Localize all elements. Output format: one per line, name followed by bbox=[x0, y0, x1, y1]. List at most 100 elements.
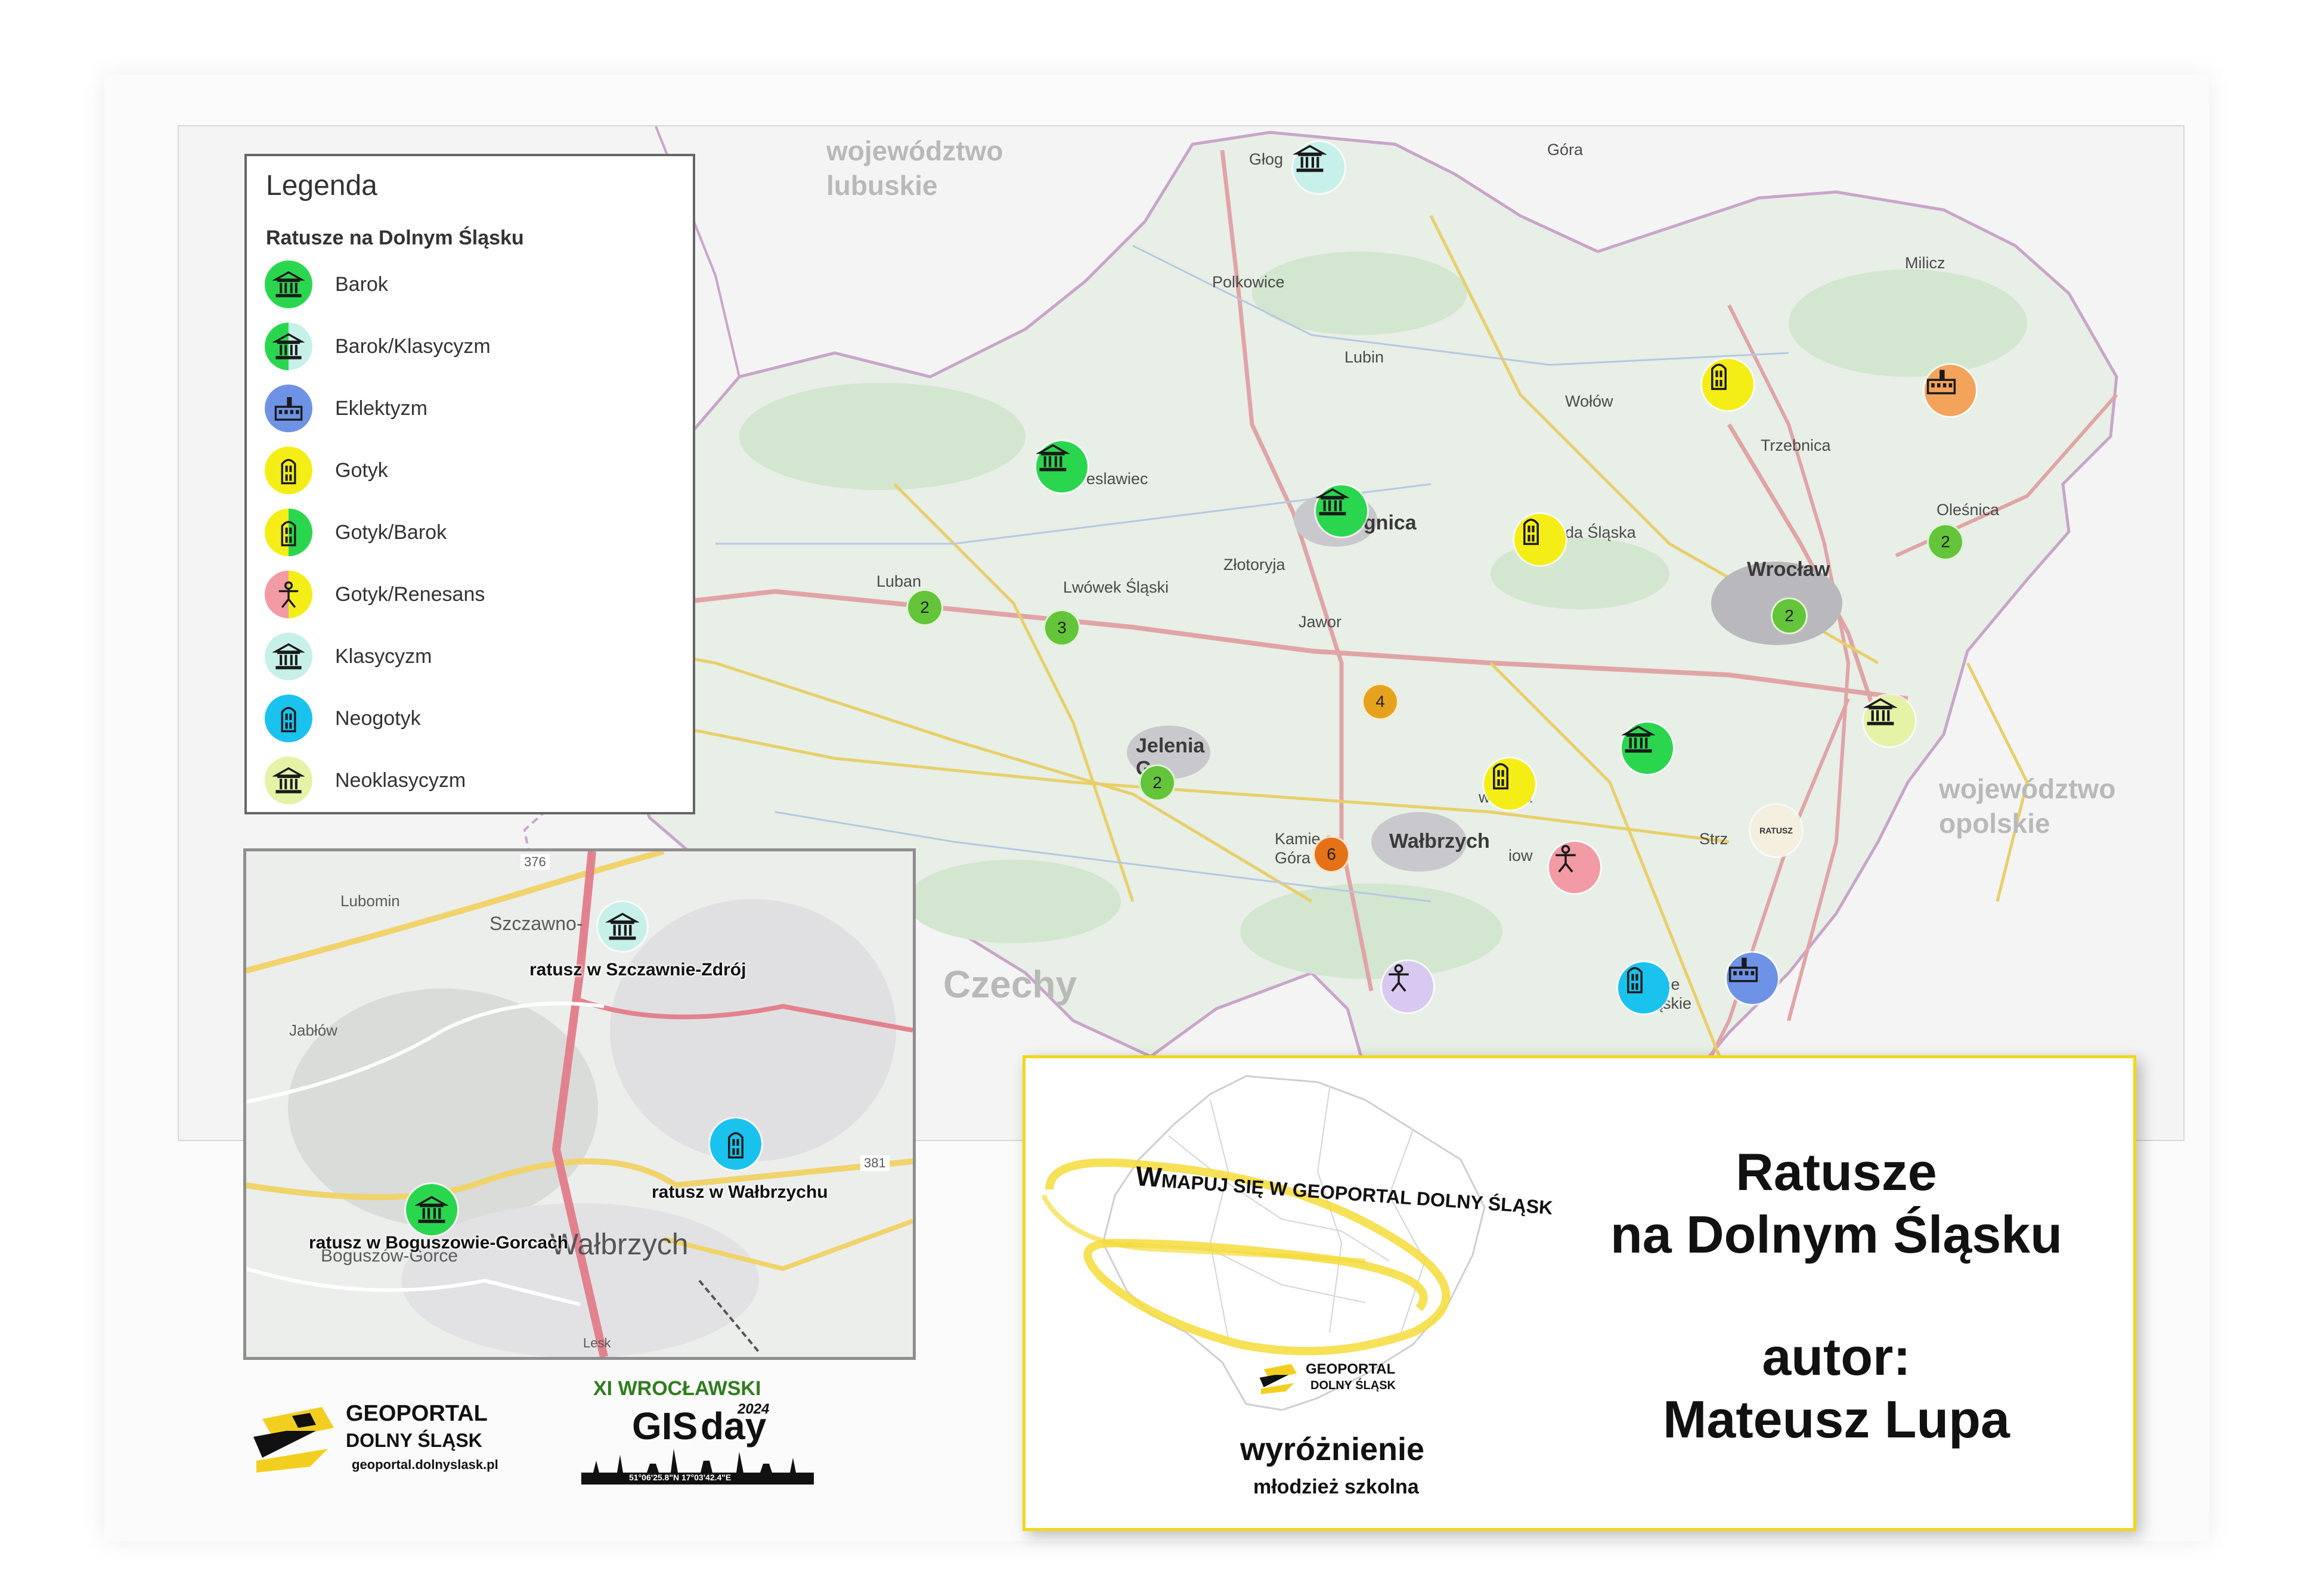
legend-symbol-gotyk-icon bbox=[265, 447, 312, 494]
title-geoportal-line1: GEOPORTAL bbox=[1306, 1361, 1396, 1377]
label-lubuskie: województwo lubuskie bbox=[826, 135, 1003, 201]
legend-item-barok-klasycyzm: Barok/Klasycyzm bbox=[265, 321, 491, 372]
marker-renesans-nowa-ruda[interactable] bbox=[1382, 961, 1433, 1012]
marker-manor-olesnica[interactable] bbox=[1925, 365, 1976, 416]
city-label-boleslawiec: eslawiec bbox=[1086, 470, 1148, 488]
city-label-strzelin: Strz bbox=[1699, 830, 1728, 848]
legend-symbol-barok-icon bbox=[265, 261, 312, 308]
poster-title-line1: Ratusze bbox=[1736, 1142, 1937, 1201]
gisday-heading: XI WROCŁAWSKI bbox=[593, 1377, 761, 1400]
inset-marker-boguszow[interactable] bbox=[406, 1184, 457, 1235]
city-label-sroda: oda Śląska bbox=[1556, 523, 1636, 541]
author-name: Mateusz Lupa bbox=[1663, 1390, 2010, 1449]
legend-symbol-gotyk-renesans-icon bbox=[265, 571, 312, 618]
legend-item-neoklasycyzm: Neoklasycyzm bbox=[265, 755, 466, 806]
forest-patch bbox=[1240, 884, 1502, 979]
legend-item-label: Barok bbox=[335, 272, 388, 296]
city-label-luban: Luban bbox=[876, 572, 922, 590]
title-box: WMAPUJ SIĘ W GEOPORTAL DOLNY ŚLĄSK GEOPO… bbox=[1023, 1055, 2136, 1531]
inset-marker-walbrzych[interactable] bbox=[710, 1118, 761, 1170]
gisday-logo[interactable]: XI WROCŁAWSKI GIS day 2024 51°06'25.8"N … bbox=[581, 1377, 814, 1496]
legend-title: Legenda bbox=[266, 170, 377, 202]
city-label-milicz: Milicz bbox=[1905, 254, 1945, 272]
city-label-walbrzych: Wałbrzych bbox=[1389, 830, 1490, 853]
legend-panel: Legenda Ratusze na Dolnym Śląsku Barok Ba… bbox=[244, 154, 695, 814]
legend-item-barok: Barok bbox=[265, 259, 388, 310]
cluster-kamienna[interactable]: 6 bbox=[1313, 836, 1350, 873]
forest-patch bbox=[739, 383, 1025, 490]
legend-symbol-barok-klasycyzm-icon bbox=[265, 323, 312, 370]
legend-item-gotyk: Gotyk bbox=[265, 445, 388, 496]
city-label-zlotoryja: Złotoryja bbox=[1223, 556, 1285, 574]
legend-symbol-neogotyk-icon bbox=[265, 695, 312, 742]
legend-symbol-eklektyzm-icon bbox=[265, 385, 312, 432]
legend-item-klasycyzm: Klasycyzm bbox=[265, 631, 432, 682]
city-label-lubin: Lubin bbox=[1344, 348, 1384, 366]
city-label-jelenia: Jelenia bbox=[1136, 735, 1205, 757]
category-label: młodzież szkolna bbox=[1253, 1476, 1419, 1498]
forest-patch bbox=[906, 860, 1121, 943]
forest-patch bbox=[1789, 269, 2027, 377]
legend-item-label: Neoklasycyzm bbox=[335, 768, 466, 792]
marker-barok-legnica[interactable] bbox=[1316, 485, 1367, 537]
marker-gotyk-sroda[interactable] bbox=[1514, 514, 1566, 565]
legend-item-label: Gotyk bbox=[335, 458, 388, 482]
title-geoportal-line2: DOLNY ŚLĄSK bbox=[1310, 1379, 1396, 1392]
legend-subtitle: Ratusze na Dolnym Śląsku bbox=[266, 227, 524, 249]
legend-item-label: Neogotyk bbox=[335, 706, 421, 730]
inset-town-szczawno: Szczawno- bbox=[489, 913, 583, 934]
award-label: wyróżnienie bbox=[1240, 1431, 1425, 1467]
legend-item-label: Eklektyzm bbox=[335, 396, 427, 420]
cluster-olesnica[interactable]: 2 bbox=[1927, 523, 1964, 560]
inset-marker-szczawno[interactable] bbox=[598, 902, 647, 951]
city-label-lwowek: Lwówek Śląski bbox=[1063, 578, 1169, 596]
marker-ratusz-strzelin[interactable]: RATUSZ bbox=[1750, 805, 1802, 856]
legend-item-label: Gotyk/Renesans bbox=[335, 582, 485, 606]
geoportal-logo-line1: GEOPORTAL bbox=[346, 1401, 488, 1426]
inset-town-lesk: Lesk bbox=[583, 1335, 611, 1350]
cluster-luban[interactable]: 2 bbox=[906, 589, 943, 626]
gisday-coords: 51°06'25.8"N 17°03'42.4"E bbox=[629, 1473, 732, 1482]
inset-road-381: 381 bbox=[860, 1155, 890, 1171]
inset-town-jablow: Jabłów bbox=[289, 1021, 337, 1039]
city-label-wolow: Wołów bbox=[1565, 392, 1613, 410]
legend-item-gotyk-barok: Gotyk/Barok bbox=[265, 507, 447, 558]
inset-label-szczawno: ratusz w Szczawnie-Zdrój bbox=[529, 960, 746, 980]
geoportal-logo[interactable]: GEOPORTAL DOLNY ŚLĄSK geoportal.dolnysla… bbox=[250, 1395, 501, 1485]
marker-neogotyk-zabkowice[interactable] bbox=[1618, 962, 1669, 1014]
legend-symbol-gotyk-barok-icon bbox=[265, 509, 312, 556]
legend-item-label: Klasycyzm bbox=[335, 644, 432, 668]
forest-patch bbox=[1252, 252, 1467, 335]
city-label-trzebnica: Trzebnica bbox=[1761, 436, 1831, 454]
legend-symbol-neoklasycyzm-icon bbox=[265, 757, 312, 804]
marker-gotyk-milicz[interactable] bbox=[1702, 359, 1753, 410]
marker-neoklasycyzm-olawa[interactable] bbox=[1864, 695, 1915, 746]
city-label-jawor: Jawor bbox=[1299, 613, 1342, 631]
gisday-year: 2024 bbox=[738, 1401, 770, 1417]
legend-item-label: Gotyk/Barok bbox=[335, 520, 447, 544]
geoportal-logo-icon bbox=[253, 1407, 334, 1473]
city-label-polkowice: Polkowice bbox=[1212, 273, 1285, 291]
inset-town-walbrzych: Wałbrzych bbox=[550, 1228, 689, 1261]
poster-title-line2: na Dolnym Śląsku bbox=[1610, 1205, 2062, 1264]
city-label-dzierzoniow: iow bbox=[1508, 847, 1533, 864]
cluster-jawor[interactable]: 4 bbox=[1362, 683, 1399, 720]
cluster-jelenia[interactable]: 2 bbox=[1139, 764, 1176, 801]
marker-gotyk-barok-swidnica[interactable] bbox=[1484, 758, 1535, 810]
marker-eklektyzm-zabkowice[interactable] bbox=[1727, 953, 1778, 1004]
author-label: autor: bbox=[1762, 1327, 1911, 1386]
gisday-name-left: GIS bbox=[632, 1405, 698, 1448]
marker-barok-sobotka[interactable] bbox=[1622, 723, 1673, 774]
legend-item-neogotyk: Neogotyk bbox=[265, 693, 421, 744]
legend-item-eklektyzm: Eklektyzm bbox=[265, 383, 427, 434]
slogan-first-letter: W bbox=[1135, 1160, 1163, 1193]
inset-town-lubomin: Lubomin bbox=[340, 892, 400, 910]
marker-barok-boleslawiec[interactable] bbox=[1036, 441, 1087, 492]
marker-gotyk-renesans-dzierzoniow[interactable] bbox=[1549, 842, 1600, 893]
marker-klasycyzm-glogow[interactable] bbox=[1293, 142, 1344, 193]
inset-map[interactable]: Lubomin Szczawno- j Jabłów Boguszów-Gorc… bbox=[243, 848, 916, 1360]
label-czechy: Czechy bbox=[943, 963, 1077, 1006]
cluster-lwowek[interactable]: 3 bbox=[1043, 609, 1080, 646]
cluster-wroclaw[interactable]: 2 bbox=[1771, 597, 1808, 634]
label-opolskie: województwo opolskie bbox=[1939, 773, 2116, 839]
